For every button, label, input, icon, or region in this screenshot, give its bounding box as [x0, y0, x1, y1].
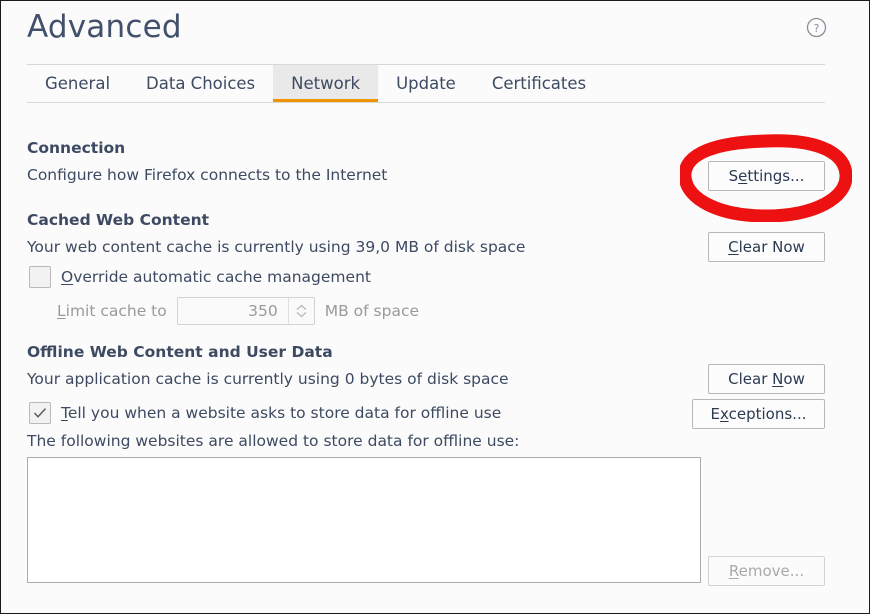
limit-cache-label: Limit cache to	[57, 302, 167, 320]
label-post: verride automatic cache management	[73, 268, 371, 286]
label-post: ell you when a website asks to store dat…	[67, 404, 502, 422]
notify-offline-storage-checkbox-row[interactable]: Tell you when a website asks to store da…	[29, 402, 501, 424]
connection-description: Configure how Firefox connects to the In…	[27, 166, 388, 184]
advanced-preferences-pane: Advanced ? General Data Choices Network …	[0, 0, 870, 614]
label-post: emove...	[738, 562, 805, 580]
exceptions-button-label: Exceptions...	[711, 405, 807, 423]
cache-limit-stepper[interactable]: 350	[176, 297, 315, 325]
connection-heading: Connection	[27, 139, 126, 157]
label-accel: e	[738, 167, 748, 185]
limit-cache-row: Limit cache to 350 MB of space	[57, 297, 419, 325]
label-accel: x	[720, 405, 729, 423]
offline-clear-now-button[interactable]: Clear Now	[708, 364, 825, 394]
cached-web-content-description: Your web content cache is currently usin…	[27, 238, 526, 256]
offline-web-content-description: Your application cache is currently usin…	[27, 370, 509, 388]
override-cache-management-checkbox-row[interactable]: Override automatic cache management	[29, 266, 371, 288]
offline-remove-button[interactable]: Remove...	[708, 556, 825, 586]
cached-web-content-heading: Cached Web Content	[27, 211, 210, 229]
chevron-up-icon[interactable]	[296, 304, 307, 311]
label-post: lear Now	[738, 238, 805, 256]
stepper-arrows[interactable]	[287, 298, 314, 324]
network-panel: Connection Configure how Firefox connect…	[1, 1, 869, 613]
label-accel: O	[61, 268, 74, 286]
label-pre: Clear	[728, 370, 773, 388]
label-accel: C	[728, 238, 739, 256]
offline-sites-list-label: The following websites are allowed to st…	[27, 432, 520, 450]
offline-clear-now-button-label: Clear Now	[728, 370, 805, 388]
label-pre: E	[710, 405, 720, 423]
checkbox-checked-icon[interactable]	[29, 402, 51, 424]
override-cache-management-label: Override automatic cache management	[61, 268, 371, 286]
label-pre: S	[728, 167, 739, 185]
label-accel: R	[728, 562, 739, 580]
offline-exceptions-button[interactable]: Exceptions...	[692, 399, 825, 429]
label-post: ttings...	[747, 167, 805, 185]
notify-offline-storage-label: Tell you when a website asks to store da…	[61, 404, 501, 422]
label-accel: T	[61, 404, 68, 422]
offline-sites-listbox[interactable]	[27, 457, 701, 583]
remove-button-label: Remove...	[729, 562, 804, 580]
label-post: ceptions...	[728, 405, 807, 423]
connection-settings-button[interactable]: Settings...	[708, 161, 825, 191]
label-post: ow	[783, 370, 805, 388]
label-post: imit cache to	[65, 302, 167, 320]
clear-now-button-label: Clear Now	[728, 238, 805, 256]
cache-clear-now-button[interactable]: Clear Now	[708, 232, 825, 262]
offline-web-content-heading: Offline Web Content and User Data	[27, 343, 333, 361]
checkbox-unchecked-icon[interactable]	[29, 266, 51, 288]
label-accel: N	[772, 370, 784, 388]
cache-limit-value[interactable]: 350	[178, 302, 288, 320]
chevron-down-icon[interactable]	[296, 311, 307, 318]
settings-button-label: Settings...	[729, 167, 805, 185]
limit-cache-unit-label: MB of space	[324, 302, 420, 320]
label-accel: L	[57, 302, 66, 320]
